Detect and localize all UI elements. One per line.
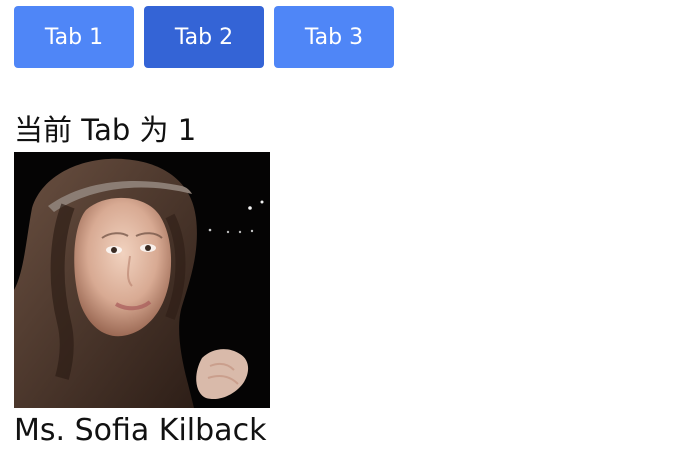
profile-name: Ms. Sofia Kilback [14,413,267,448]
tab-1-button[interactable]: Tab 1 [14,6,134,68]
profile-photo [14,152,270,408]
profile-photo-image [14,152,270,408]
tab-2-button[interactable]: Tab 2 [144,6,264,68]
current-tab-text: 当前 Tab 为 1 [14,113,197,147]
tab-3-button[interactable]: Tab 3 [274,6,394,68]
tab-bar: Tab 1 Tab 2 Tab 3 [14,6,394,68]
page-root: Tab 1 Tab 2 Tab 3 当前 Tab 为 1 Ms. Sofia K… [0,0,676,476]
